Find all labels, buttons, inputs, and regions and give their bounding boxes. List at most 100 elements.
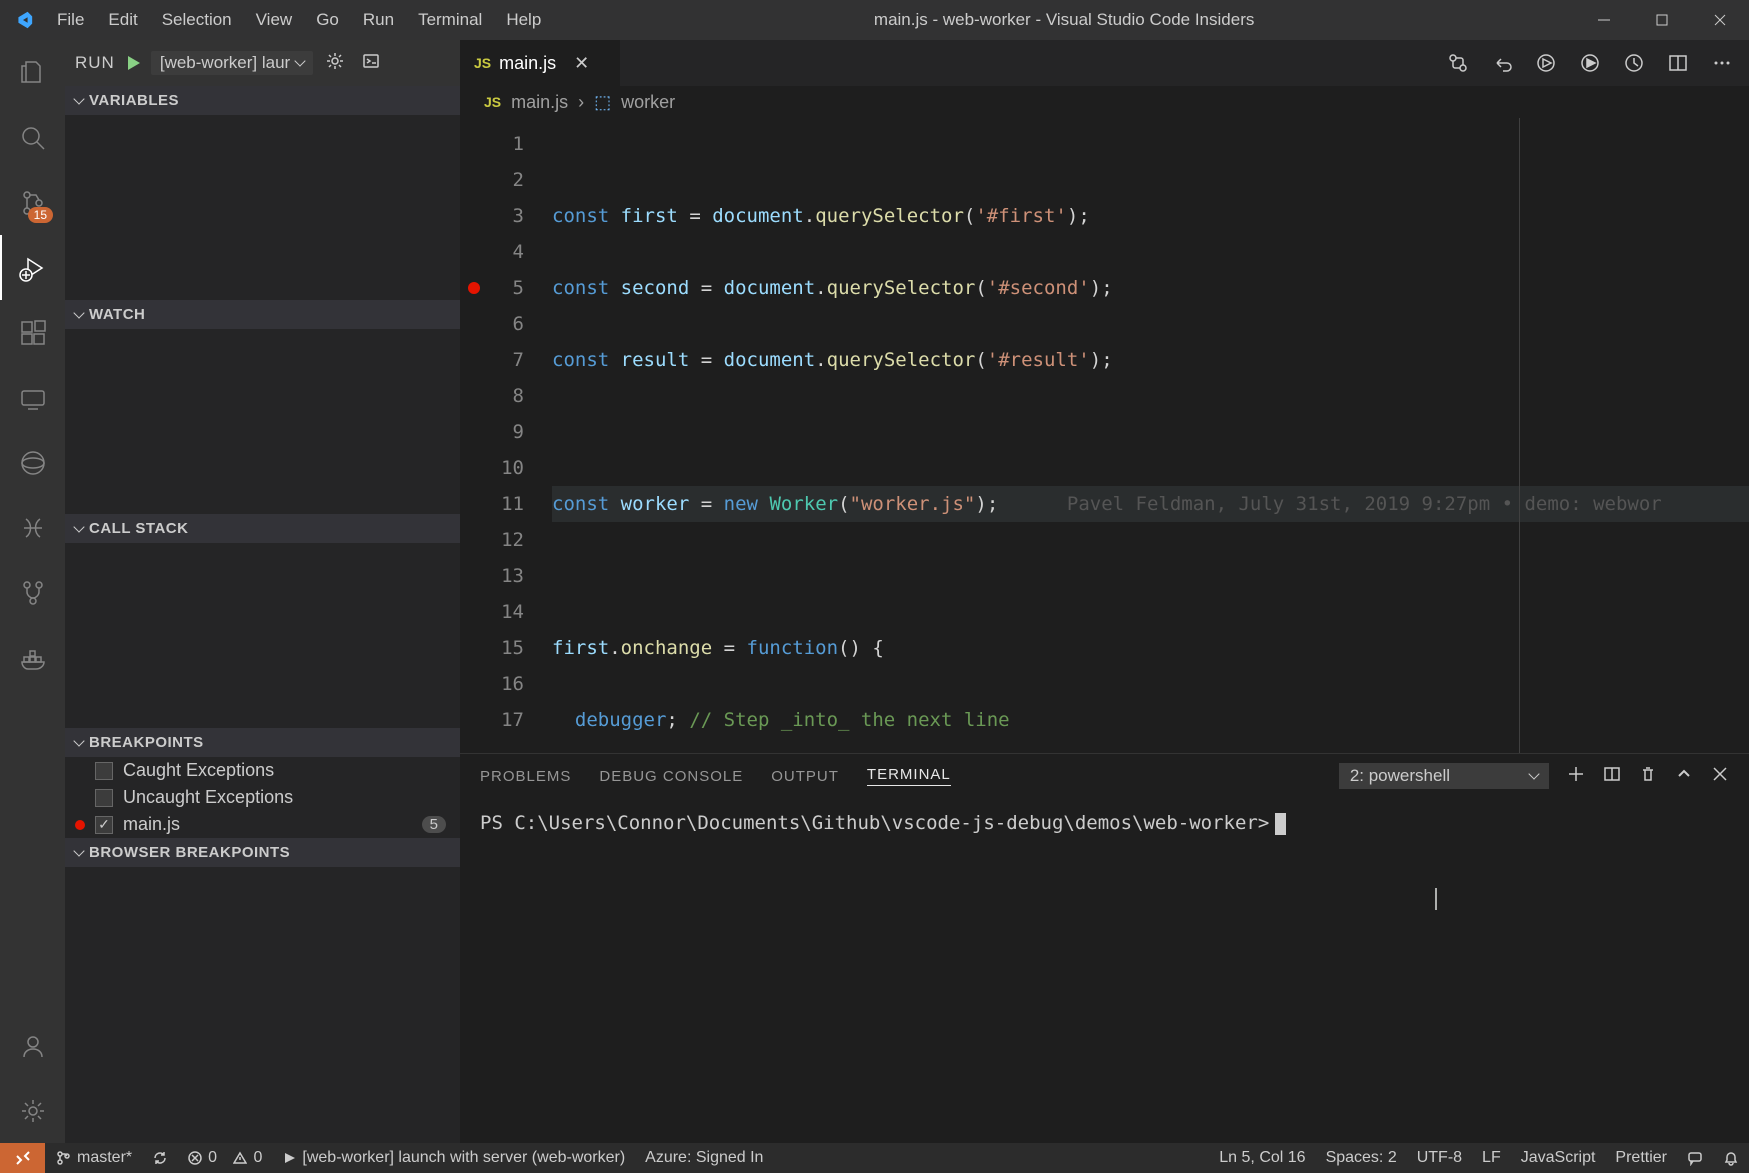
sync-button[interactable] — [142, 1150, 178, 1166]
docker-icon[interactable] — [0, 625, 65, 690]
scm-icon[interactable]: 15 — [0, 170, 65, 235]
remote-button[interactable] — [0, 1143, 45, 1173]
tab-terminal[interactable]: TERMINAL — [867, 766, 951, 786]
start-debug-button[interactable] — [123, 53, 143, 73]
breadcrumb[interactable]: JS main.js › ⬚ worker — [460, 86, 1749, 118]
maximize-button[interactable] — [1633, 0, 1691, 40]
chevron-down-icon — [73, 735, 84, 746]
remote-icon[interactable] — [0, 365, 65, 430]
azure-status[interactable]: Azure: Signed In — [635, 1149, 773, 1167]
new-terminal-button[interactable] — [1567, 765, 1585, 787]
split-terminal-button[interactable] — [1603, 765, 1621, 787]
extensions-icon[interactable] — [0, 300, 65, 365]
titlebar: File Edit Selection View Go Run Terminal… — [0, 0, 1749, 40]
run-icon[interactable] — [1535, 52, 1557, 74]
code-editor[interactable]: 1234 5 67891011121314151617 const first … — [460, 118, 1749, 753]
kill-terminal-button[interactable] — [1639, 765, 1657, 787]
statusbar: master* 0 0 [web-worker] launch with ser… — [0, 1143, 1749, 1173]
debug-console-icon[interactable] — [357, 47, 385, 80]
checkbox[interactable] — [95, 816, 113, 834]
menu-selection[interactable]: Selection — [150, 0, 244, 40]
git-blame-annotation: Pavel Feldman, July 31st, 2019 9:27pm • … — [1067, 493, 1662, 515]
code-content[interactable]: const first = document.querySelector('#f… — [552, 118, 1749, 753]
run-header: RUN [web-worker] laur — [65, 40, 460, 86]
breakpoint-count: 5 — [422, 816, 446, 833]
breakpoints-section-header[interactable]: BREAKPOINTS — [65, 728, 460, 757]
problems-status[interactable]: 0 0 — [178, 1149, 272, 1167]
debug-config-dropdown[interactable]: [web-worker] laur — [151, 51, 313, 75]
callstack-section-header[interactable]: CALL STACK — [65, 514, 460, 543]
run-debug-icon[interactable] — [0, 235, 65, 300]
git-branch[interactable]: master* — [45, 1149, 142, 1167]
variables-section-header[interactable]: VARIABLES — [65, 86, 460, 115]
terminal[interactable]: PS C:\Users\Connor\Documents\Github\vsco… — [460, 798, 1749, 1143]
chevron-down-icon — [1528, 768, 1539, 779]
codespaces-icon[interactable] — [0, 430, 65, 495]
breakpoint-caught-exceptions[interactable]: Caught Exceptions — [65, 757, 460, 784]
menu-run[interactable]: Run — [351, 0, 406, 40]
menu-help[interactable]: Help — [494, 0, 553, 40]
encoding-status[interactable]: UTF-8 — [1407, 1149, 1472, 1167]
tab-output[interactable]: OUTPUT — [771, 768, 839, 785]
eol-status[interactable]: LF — [1472, 1149, 1511, 1167]
menu-go[interactable]: Go — [304, 0, 351, 40]
editor-area: JS main.js ✕ JS main.js › ⬚ worker — [460, 40, 1749, 1143]
text-cursor — [1435, 888, 1437, 910]
run-label: RUN — [75, 53, 115, 73]
variables-section — [65, 115, 460, 300]
watch-section-header[interactable]: WATCH — [65, 300, 460, 329]
settings-icon[interactable] — [0, 1078, 65, 1143]
more-icon[interactable] — [1711, 52, 1733, 74]
breakpoint-mainjs[interactable]: main.js 5 — [65, 811, 460, 838]
js-file-icon: JS — [474, 55, 491, 71]
gear-icon[interactable] — [321, 47, 349, 80]
cursor-position[interactable]: Ln 5, Col 16 — [1209, 1149, 1315, 1167]
chevron-down-icon — [73, 93, 84, 104]
accounts-icon[interactable] — [0, 1013, 65, 1078]
revert-icon[interactable] — [1491, 52, 1513, 74]
close-button[interactable] — [1691, 0, 1749, 40]
feedback-button[interactable] — [1677, 1150, 1713, 1166]
browser-breakpoints-section-header[interactable]: BROWSER BREAKPOINTS — [65, 838, 460, 867]
split-editor-icon[interactable] — [1667, 52, 1689, 74]
tab-filename: main.js — [499, 53, 556, 74]
testing-icon[interactable] — [0, 495, 65, 560]
debug-icon[interactable] — [1579, 52, 1601, 74]
notifications-button[interactable] — [1713, 1150, 1749, 1166]
terminal-cursor — [1275, 813, 1286, 835]
tab-debug-console[interactable]: DEBUG CONSOLE — [599, 768, 743, 785]
callstack-label: CALL STACK — [89, 520, 188, 537]
search-icon[interactable] — [0, 105, 65, 170]
github-icon[interactable] — [0, 560, 65, 625]
minimize-button[interactable] — [1575, 0, 1633, 40]
callstack-section — [65, 543, 460, 728]
checkbox[interactable] — [95, 762, 113, 780]
breakpoint-label: main.js — [123, 814, 180, 835]
window-title: main.js - web-worker - Visual Studio Cod… — [553, 10, 1575, 30]
breakpoint-dot-icon — [75, 820, 85, 830]
maximize-panel-button[interactable] — [1675, 765, 1693, 787]
debug-launch-status[interactable]: [web-worker] launch with server (web-wor… — [272, 1149, 635, 1167]
checkbox[interactable] — [95, 789, 113, 807]
timeline-icon[interactable] — [1623, 52, 1645, 74]
close-tab-button[interactable]: ✕ — [574, 53, 589, 74]
language-mode[interactable]: JavaScript — [1511, 1149, 1606, 1167]
menu-view[interactable]: View — [244, 0, 305, 40]
compare-changes-icon[interactable] — [1447, 52, 1469, 74]
line-gutter[interactable]: 1234 5 67891011121314151617 — [460, 118, 552, 753]
editor-actions — [1431, 40, 1749, 86]
breakpoint-uncaught-exceptions[interactable]: Uncaught Exceptions — [65, 784, 460, 811]
menu-terminal[interactable]: Terminal — [406, 0, 494, 40]
terminal-selector[interactable]: 2: powershell — [1339, 763, 1549, 789]
tab-mainjs[interactable]: JS main.js ✕ — [460, 40, 620, 86]
close-panel-button[interactable] — [1711, 765, 1729, 787]
terminal-prompt: PS C:\Users\Connor\Documents\Github\vsco… — [480, 812, 1269, 834]
formatter-status[interactable]: Prettier — [1605, 1149, 1677, 1167]
explorer-icon[interactable] — [0, 40, 65, 105]
menu-file[interactable]: File — [45, 0, 96, 40]
indentation-status[interactable]: Spaces: 2 — [1316, 1149, 1407, 1167]
tab-problems[interactable]: PROBLEMS — [480, 768, 571, 785]
menu-edit[interactable]: Edit — [96, 0, 149, 40]
breakpoint-indicator[interactable] — [468, 282, 480, 294]
menubar: File Edit Selection View Go Run Terminal… — [45, 0, 553, 40]
